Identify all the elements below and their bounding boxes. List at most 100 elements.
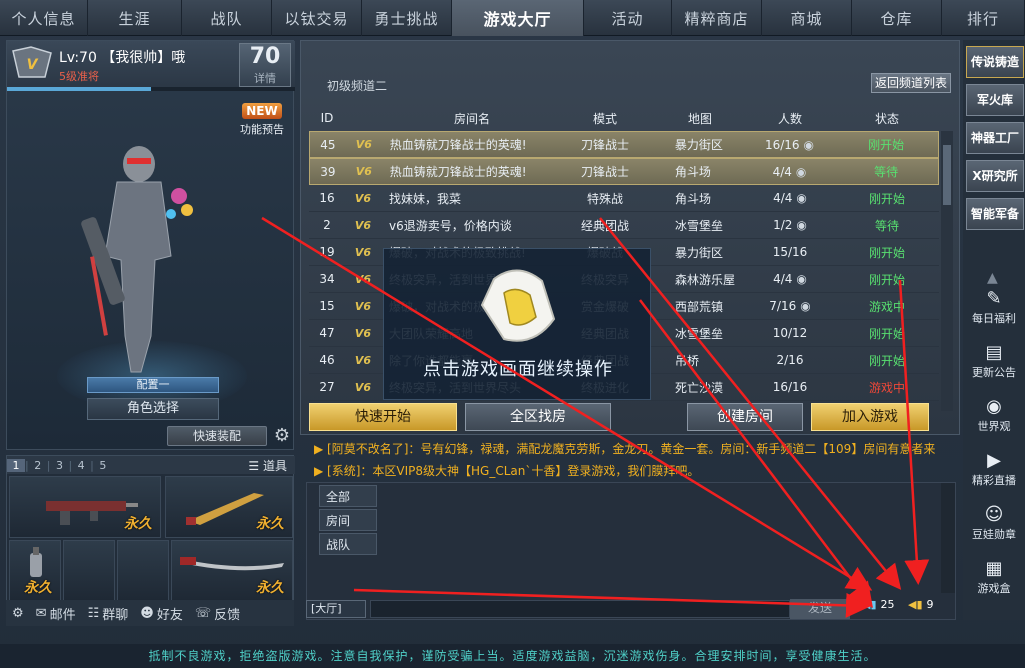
chat-channel-select[interactable]: [大厅]: [306, 600, 366, 618]
spectate-eye-icon[interactable]: ◉: [796, 191, 806, 205]
nav-tab[interactable]: 以钛交易: [272, 0, 362, 36]
spectate-eye-icon[interactable]: ◉: [796, 218, 806, 232]
nav-tab[interactable]: 排行: [942, 0, 1025, 36]
continue-overlay[interactable]: 点击游戏画面继续操作: [383, 248, 651, 400]
spectate-eye-icon[interactable]: ◉: [800, 299, 810, 313]
feature-button[interactable]: 传说铸造: [966, 46, 1024, 78]
feedback-icon: ☏: [194, 605, 212, 621]
speaker-counter-1[interactable]: ◀▮ 25: [862, 598, 895, 611]
room-id: 39: [320, 164, 336, 179]
chat-tab-all[interactable]: 全部: [319, 485, 377, 507]
katana-icon: [180, 557, 284, 571]
weapon-slot-melee[interactable]: 永久: [171, 540, 293, 602]
settings-gear-icon[interactable]: ⚙: [271, 425, 293, 447]
create-room-button[interactable]: 创建房间: [687, 403, 803, 431]
role-select-button[interactable]: 角色选择: [87, 398, 219, 420]
inventory-tab[interactable]: 1: [7, 458, 25, 472]
social-friends-button[interactable]: ☻ 好友: [134, 604, 189, 623]
loadout-selector[interactable]: 配置一: [87, 377, 219, 393]
sidebar-item-game-box[interactable]: ▦ 游戏盒: [963, 558, 1025, 596]
spectate-eye-icon[interactable]: ◉: [804, 138, 814, 152]
room-rank-icon: V6: [354, 299, 372, 313]
nav-tab[interactable]: 活动: [584, 0, 672, 36]
social-feedback-button[interactable]: ☏ 反馈: [189, 604, 246, 623]
sidebar-item-live-stream[interactable]: ▶ 精彩直播: [963, 450, 1025, 488]
sidebar-item-label: 游戏盒: [977, 582, 1011, 595]
chat-tab-room[interactable]: 房间: [319, 509, 377, 531]
item-slot-grenade[interactable]: 永久: [9, 540, 61, 602]
sidebar-item-label: 更新公告: [972, 366, 1016, 379]
feature-button[interactable]: X研究所: [966, 160, 1024, 192]
social-mail-button[interactable]: ✉ 邮件: [30, 604, 82, 623]
inventory-tab[interactable]: 5: [94, 459, 112, 472]
spectate-eye-icon[interactable]: ◉: [796, 272, 806, 286]
inventory-tab[interactable]: 4: [72, 459, 90, 472]
settings-gear-icon[interactable]: ⚙: [6, 606, 30, 621]
find-room-button[interactable]: 全区找房: [465, 403, 611, 431]
new-tag: NEW: [242, 103, 282, 119]
feature-button[interactable]: 军火库: [966, 84, 1024, 116]
feature-button[interactable]: 智能军备: [966, 198, 1024, 230]
nav-tab[interactable]: 精粹商店: [672, 0, 762, 36]
table-row[interactable]: 39 V6 热血铸就刀锋战士的英魂! 刀锋战士 角斗场 4/4 ◉ 等待: [309, 158, 939, 185]
weapon-slot-primary[interactable]: 永久: [9, 476, 161, 538]
sidebar-item-world-view[interactable]: ◉ 世界观: [963, 396, 1025, 434]
nav-tab[interactable]: 个人信息: [0, 0, 88, 36]
quick-equip-button[interactable]: 快速装配: [167, 426, 267, 446]
quick-start-button[interactable]: 快速开始: [309, 403, 457, 431]
feature-button[interactable]: 神器工厂: [966, 122, 1024, 154]
sidebar-item-doudou-badge[interactable]: ☺ 豆娃勋章: [963, 504, 1025, 542]
player-level: Lv:70 【我很帅】哦: [59, 50, 186, 66]
nav-tab[interactable]: 游戏大厅: [452, 0, 584, 36]
chat-tab-clan[interactable]: 战队: [319, 533, 377, 555]
room-status: 刚开始: [868, 326, 905, 341]
friends-icon: ☻: [140, 605, 154, 621]
room-status: 游戏中: [868, 299, 905, 314]
spectate-eye-icon[interactable]: ◉: [796, 165, 806, 179]
nav-tab[interactable]: 战队: [182, 0, 272, 36]
speaker-counter-2[interactable]: ◀▮ 9: [908, 598, 934, 611]
nav-tab[interactable]: 勇士挑战: [362, 0, 452, 36]
props-dropdown[interactable]: ☰ 道具: [248, 457, 287, 474]
table-row[interactable]: 2 V6 v6退游卖号，价格内谈 经典团战 冰雪堡垒 1/2 ◉ 等待: [309, 212, 939, 239]
sidebar-item-daily-welfare[interactable]: ✎ 每日福利: [963, 288, 1025, 326]
room-count: 7/16 ◉: [745, 299, 835, 313]
room-name: 热血铸就刀锋战士的英魂!: [389, 165, 527, 179]
permanent-label: 永久: [24, 580, 52, 596]
col-count: 人数: [777, 111, 802, 126]
join-game-button[interactable]: 加入游戏: [811, 403, 929, 431]
sidebar-item-announcement[interactable]: ▤ 更新公告: [963, 342, 1025, 380]
weapon-slot-secondary[interactable]: 永久: [165, 476, 293, 538]
table-row[interactable]: 45 V6 热血铸就刀锋战士的英魂! 刀锋战士 暴力街区 16/16 ◉ 刚开始: [309, 131, 939, 158]
nav-tab[interactable]: 生涯: [88, 0, 182, 36]
item-slot-empty[interactable]: [63, 540, 115, 602]
room-status: 刚开始: [868, 353, 905, 368]
back-to-channels-button[interactable]: 返回频道列表: [871, 73, 951, 93]
feature-preview-label: 功能预告: [240, 123, 284, 136]
room-name: v6退游卖号，价格内谈: [389, 218, 512, 233]
xp-bar: [7, 87, 295, 91]
send-button[interactable]: 发送: [790, 599, 850, 619]
table-row[interactable]: 16 V6 找妹妹，我菜 特殊战 角斗场 4/4 ◉ 刚开始: [309, 185, 939, 212]
feature-preview-button[interactable]: NEW 功能预告: [235, 99, 289, 145]
inventory-tab[interactable]: 2: [29, 459, 47, 472]
scroll-up-arrow-icon[interactable]: ▲: [987, 270, 998, 286]
grenade-icon: [30, 547, 42, 577]
item-slot-empty[interactable]: [117, 540, 169, 602]
room-count: 1/2 ◉: [745, 218, 835, 232]
overlay-text: 点击游戏画面继续操作: [423, 359, 613, 380]
inventory-tab[interactable]: 3: [50, 459, 68, 472]
nav-tab[interactable]: 商城: [762, 0, 852, 36]
nav-tab[interactable]: 仓库: [852, 0, 942, 36]
level-detail-button[interactable]: 70 详情: [239, 43, 291, 87]
social-group-chat-button[interactable]: ☷ 群聊: [82, 604, 135, 623]
room-list-scroll-thumb[interactable]: [943, 145, 951, 205]
col-status: 状态: [874, 111, 899, 126]
chat-message: ▶ [阿莫不改名了]：号有幻锋，禄魂，满配龙魔克劳斯，金龙刀。黄金一套。房间：新…: [314, 442, 936, 456]
social-label: 邮件: [49, 607, 76, 623]
character-model: [81, 146, 193, 373]
room-id: 19: [319, 245, 335, 259]
chat-scrollbar[interactable]: [941, 483, 955, 593]
social-label: 群聊: [102, 607, 129, 623]
chat-input[interactable]: [370, 600, 790, 618]
